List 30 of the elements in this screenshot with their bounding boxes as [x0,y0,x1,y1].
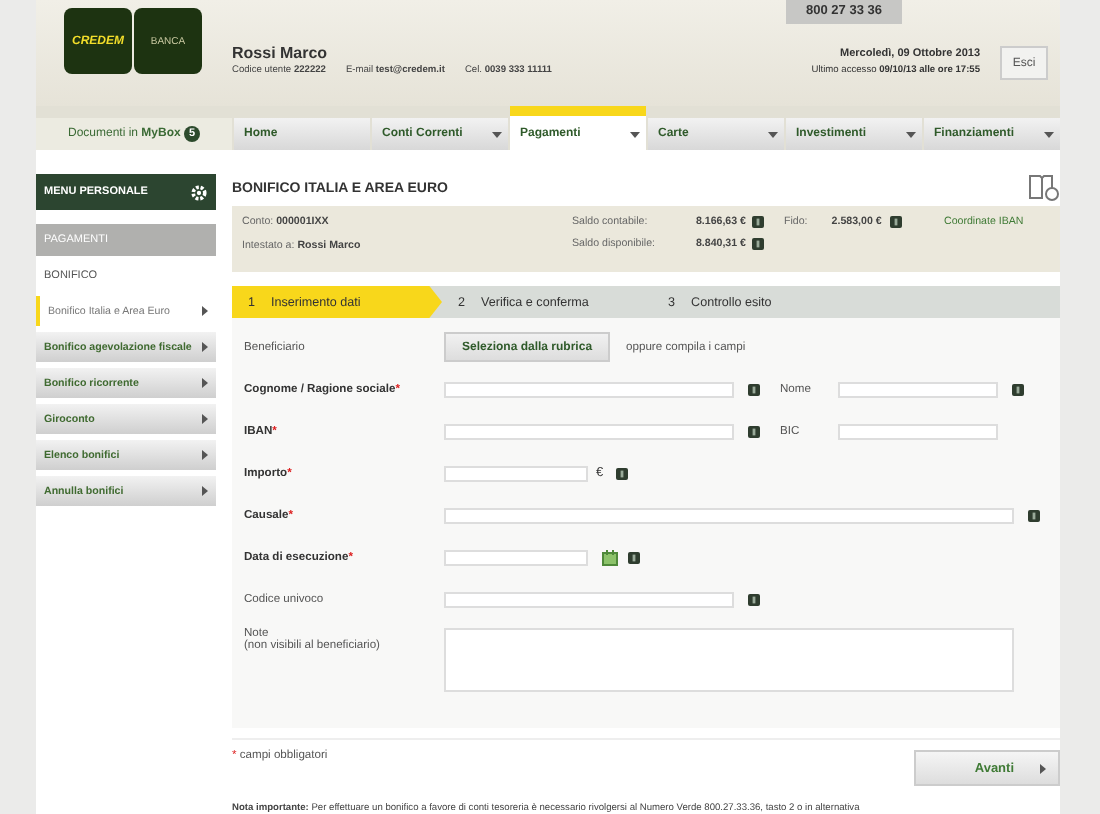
input-field[interactable] [838,381,998,397]
chevron-icon [202,486,208,496]
help-icon[interactable] [889,216,902,228]
notes-field[interactable] [444,628,1014,692]
help-icon[interactable] [1012,383,1024,395]
input-field[interactable] [444,423,734,439]
chevron-icon [202,342,208,352]
help-icon[interactable] [628,551,640,563]
help-icon[interactable] [752,216,764,228]
calendar-icon[interactable] [602,549,618,565]
chevron-icon [202,378,208,388]
help-icon[interactable] [748,383,760,395]
input-field[interactable] [444,591,734,607]
help-icon[interactable] [1028,509,1040,521]
help-icon[interactable] [748,593,760,605]
help-icon[interactable] [752,238,764,250]
help-icon[interactable] [748,425,760,437]
help-icon[interactable] [615,467,628,479]
user-name: Rossi Marco [232,44,330,62]
chevron-icon [1040,763,1046,773]
amount-field[interactable] [444,465,588,481]
input-field[interactable] [444,507,1014,523]
chevron-icon [202,414,208,424]
chevron-icon [202,450,208,460]
chevron-icon [202,306,208,316]
input-field[interactable] [444,381,734,397]
gear-icon[interactable] [190,183,208,201]
help-book-icon[interactable] [1028,174,1060,202]
input-field[interactable] [838,423,998,439]
date-field[interactable] [444,549,588,565]
